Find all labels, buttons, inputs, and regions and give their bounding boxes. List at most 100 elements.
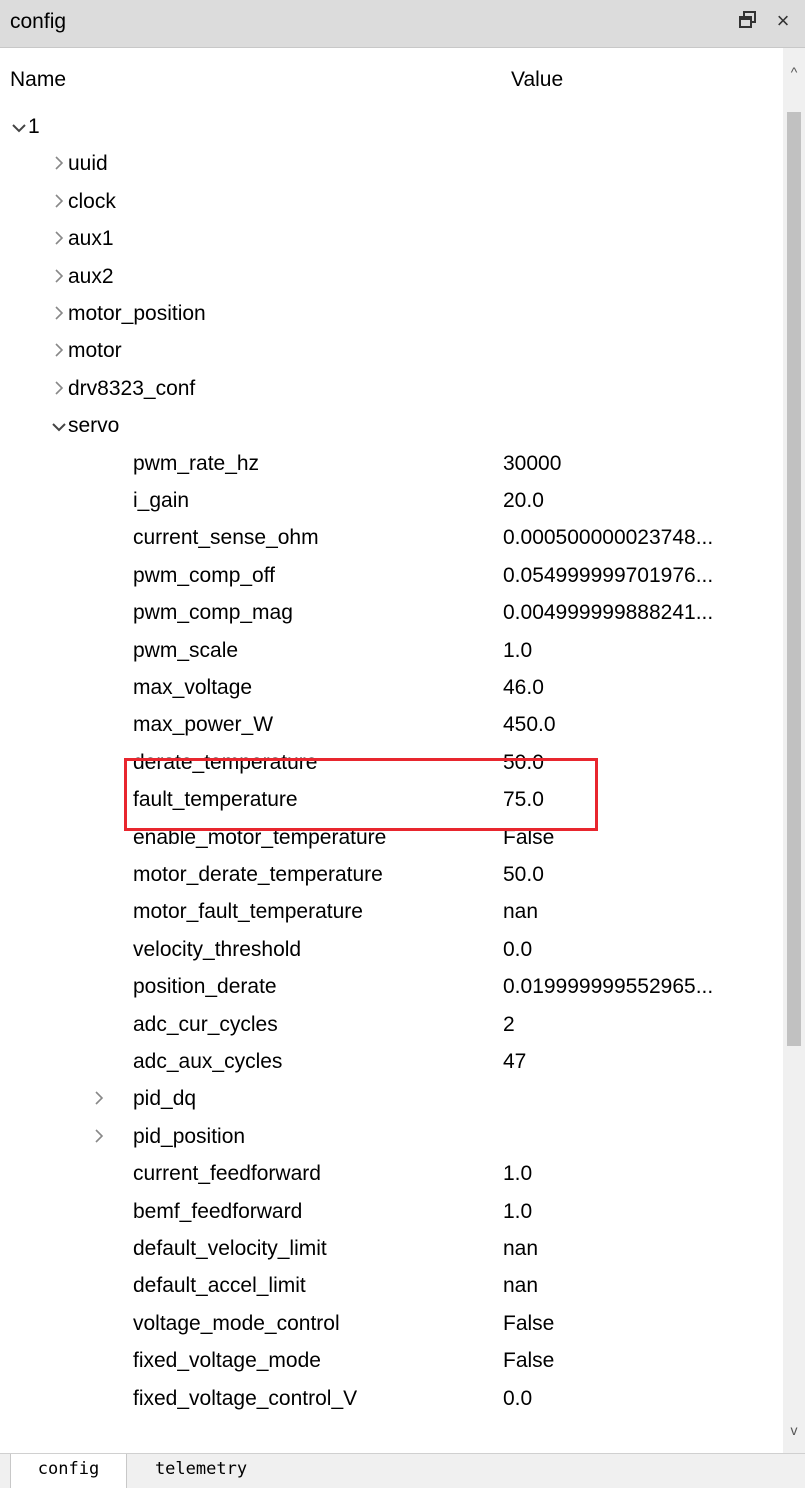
- tree-item-value[interactable]: False: [503, 1312, 554, 1336]
- tree-row[interactable]: adc_cur_cycles 2: [0, 1008, 783, 1045]
- tree-item-name: motor: [68, 339, 122, 363]
- tree-row[interactable]: pwm_comp_mag 0.004999999888241...: [0, 596, 783, 633]
- tree-item-value[interactable]: 0.000500000023748...: [503, 526, 713, 550]
- tree-row[interactable]: pwm_rate_hz 30000: [0, 447, 783, 484]
- tree-item-value[interactable]: 30000: [503, 452, 561, 476]
- close-icon[interactable]: ×: [772, 9, 794, 33]
- tree-row[interactable]: uuid: [0, 147, 783, 184]
- tree-header: Name Value: [0, 48, 783, 112]
- tree-item-value[interactable]: False: [503, 826, 554, 850]
- tree-item-value[interactable]: 47: [503, 1050, 526, 1074]
- tree-row[interactable]: motor: [0, 334, 783, 371]
- tree-item-name: pid_position: [133, 1124, 246, 1148]
- float-window-icon[interactable]: [738, 10, 758, 32]
- chevron-right-icon[interactable]: [90, 1088, 108, 1112]
- scroll-down-arrow-icon[interactable]: v: [783, 1420, 805, 1440]
- tree-row[interactable]: 1: [0, 110, 783, 147]
- column-header-value[interactable]: Value: [511, 68, 563, 92]
- tree-item-name: enable_motor_temperature: [133, 825, 387, 849]
- tree-row[interactable]: pid_position: [0, 1120, 783, 1157]
- tree-item-value[interactable]: nan: [503, 900, 538, 924]
- tree-row[interactable]: pwm_scale 1.0: [0, 634, 783, 671]
- tree-row[interactable]: aux2: [0, 260, 783, 297]
- tree-row[interactable]: motor_fault_temperature nan: [0, 895, 783, 932]
- tree-item-value[interactable]: 0.019999999552965...: [503, 975, 713, 999]
- tree-item-value[interactable]: 50.0: [503, 751, 544, 775]
- panel-title: config: [10, 10, 67, 33]
- tree-item-value[interactable]: 1.0: [503, 1200, 532, 1224]
- tree-row[interactable]: i_gain 20.0: [0, 484, 783, 521]
- tree-item-name: pid_dq: [133, 1087, 197, 1111]
- tab-telemetry[interactable]: telemetry: [131, 1454, 271, 1488]
- tree-item-name: pwm_rate_hz: [133, 451, 260, 475]
- tree-row[interactable]: adc_aux_cycles 47: [0, 1045, 783, 1082]
- tree-item-name: uuid: [68, 152, 108, 176]
- tree-item-name: derate_temperature: [133, 750, 318, 774]
- scroll-up-arrow-icon[interactable]: ^: [783, 62, 805, 82]
- tree-row[interactable]: servo: [0, 409, 783, 446]
- tree-row[interactable]: motor_derate_temperature 50.0: [0, 858, 783, 895]
- tree-row[interactable]: motor_position: [0, 297, 783, 334]
- tree-row[interactable]: pid_dq: [0, 1082, 783, 1119]
- tree-item-value[interactable]: 46.0: [503, 676, 544, 700]
- tree-item-value[interactable]: False: [503, 1349, 554, 1373]
- tree-row[interactable]: fault_temperature 75.0: [0, 783, 783, 820]
- tree-item-name: pwm_comp_mag: [133, 601, 293, 625]
- tree-row[interactable]: current_sense_ohm 0.000500000023748...: [0, 521, 783, 558]
- tree-item-value[interactable]: 50.0: [503, 863, 544, 887]
- tree-item-value[interactable]: 1.0: [503, 639, 532, 663]
- tree-item-name: fixed_voltage_control_V: [133, 1386, 358, 1410]
- tab-config[interactable]: config: [10, 1454, 127, 1488]
- tree-item-name: current_sense_ohm: [133, 526, 319, 550]
- tree-item-value[interactable]: nan: [503, 1237, 538, 1261]
- chevron-right-icon[interactable]: [90, 1126, 108, 1150]
- tree-item-value[interactable]: 2: [503, 1013, 515, 1037]
- chevron-down-icon[interactable]: [50, 415, 68, 439]
- chevron-right-icon[interactable]: [50, 228, 68, 252]
- tree-row[interactable]: bemf_feedforward 1.0: [0, 1195, 783, 1232]
- tree-row[interactable]: velocity_threshold 0.0: [0, 933, 783, 970]
- tree-row[interactable]: position_derate 0.019999999552965...: [0, 970, 783, 1007]
- panel-titlebar: config ×: [0, 0, 805, 48]
- config-tree[interactable]: 1 uuid clock aux1 aux2 motor_positionmotor drv…: [0, 108, 783, 1453]
- chevron-right-icon[interactable]: [50, 303, 68, 327]
- tree-item-name: fixed_voltage_mode: [133, 1349, 321, 1373]
- tree-row[interactable]: current_feedforward 1.0: [0, 1157, 783, 1194]
- vertical-scrollbar[interactable]: ^ v: [783, 48, 805, 1453]
- tree-item-value[interactable]: 0.0: [503, 938, 532, 962]
- chevron-right-icon[interactable]: [50, 153, 68, 177]
- tree-item-value[interactable]: 0.0: [503, 1387, 532, 1411]
- tree-item-value[interactable]: 1.0: [503, 1162, 532, 1186]
- tree-row[interactable]: pwm_comp_off 0.054999999701976...: [0, 559, 783, 596]
- tree-item-value[interactable]: 20.0: [503, 489, 544, 513]
- tree-row[interactable]: max_voltage 46.0: [0, 671, 783, 708]
- tree-item-name: max_voltage: [133, 676, 253, 699]
- chevron-down-icon[interactable]: [10, 116, 28, 140]
- chevron-right-icon[interactable]: [50, 378, 68, 402]
- column-header-name[interactable]: Name: [10, 68, 66, 92]
- tree-row[interactable]: default_velocity_limit nan: [0, 1232, 783, 1269]
- tree-row[interactable]: max_power_W 450.0: [0, 708, 783, 745]
- chevron-right-icon[interactable]: [50, 191, 68, 215]
- tree-row[interactable]: drv8323_conf: [0, 372, 783, 409]
- tree-item-value[interactable]: 75.0: [503, 788, 544, 812]
- tree-item-value[interactable]: 450.0: [503, 713, 556, 737]
- tree-row[interactable]: aux1: [0, 222, 783, 259]
- scrollbar-thumb[interactable]: [787, 112, 801, 1046]
- tree-row[interactable]: clock: [0, 185, 783, 222]
- tree-row[interactable]: default_accel_limit nan: [0, 1269, 783, 1306]
- tree-item-name: adc_aux_cycles: [133, 1050, 283, 1073]
- tree-item-value[interactable]: 0.054999999701976...: [503, 564, 713, 588]
- tree-item-name: aux1: [68, 227, 114, 251]
- tree-item-name: motor_fault_temperature: [133, 900, 363, 924]
- chevron-right-icon[interactable]: [50, 266, 68, 290]
- tree-row[interactable]: enable_motor_temperature False: [0, 821, 783, 858]
- tree-item-value[interactable]: nan: [503, 1274, 538, 1298]
- tree-row[interactable]: fixed_voltage_mode False: [0, 1344, 783, 1381]
- tree-item-name: aux2: [68, 264, 114, 288]
- tree-row[interactable]: fixed_voltage_control_V 0.0: [0, 1382, 783, 1419]
- tree-item-value[interactable]: 0.004999999888241...: [503, 601, 713, 625]
- tree-row[interactable]: voltage_mode_control False: [0, 1307, 783, 1344]
- chevron-right-icon[interactable]: [50, 340, 68, 364]
- tree-row[interactable]: derate_temperature 50.0: [0, 746, 783, 783]
